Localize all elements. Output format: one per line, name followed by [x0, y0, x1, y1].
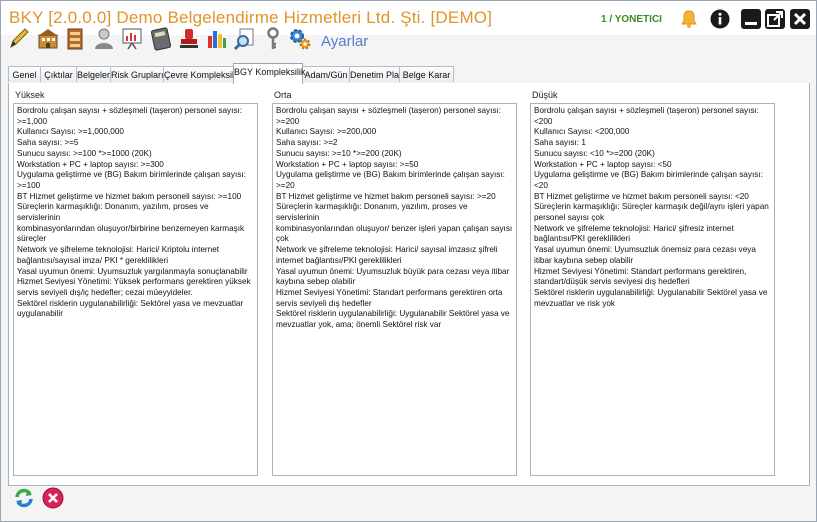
text-line: mevzuatlar yok, ama; önemli Sektörel ris…: [276, 320, 442, 330]
text-line: Süreçlerin karmaşıklığı: Süreçler karmaş…: [534, 202, 769, 212]
text-line: Workstation + PC + laptop sayısı: >=50: [276, 159, 419, 169]
calculator-icon[interactable]: [149, 26, 173, 52]
text-line: <20: [534, 180, 548, 190]
text-line: Süreçlerin karmaşıklığı: Donanım, yazılı…: [17, 202, 209, 223]
tab-belgeler[interactable]: Belgeler: [76, 66, 111, 82]
text-line: Uygulama geliştirme ve (BG) Bakım biriml…: [17, 170, 246, 180]
tab-genel[interactable]: Genel: [8, 66, 41, 82]
user-icon[interactable]: [92, 26, 116, 52]
text-line: Uygulama geliştirme ve (BG) Bakım biriml…: [276, 170, 505, 180]
text-line: personel sayısı çok: [534, 213, 605, 223]
tab-cevre-kompleksilik[interactable]: Çevre Kompleksilik: [163, 66, 241, 82]
column-header-dusuk: Düşük: [532, 90, 558, 100]
text-line: bağlantısı/PKI gereklilikleri: [534, 234, 631, 244]
text-line: Süreçlerin karmaşıklığı: Donanım, yazılı…: [276, 202, 468, 223]
text-line: Yasal uyumun önemi: Uyumsuzluk yargılanm…: [17, 266, 248, 276]
text-line: kaybına sebep olabilir: [276, 277, 356, 287]
text-line: servis seviyeli dış hedefler: [276, 298, 372, 308]
settings-gear-icon[interactable]: [288, 26, 312, 52]
text-line: Workstation + PC + laptop sayısı: <50: [534, 159, 672, 169]
text-line: Sektörel risklerin uygulanabilirliği: Uy…: [276, 309, 510, 319]
text-line: kombinasyonlarından oluşuyor/birbirine b…: [17, 223, 245, 233]
text-line: Hizmet Seviyesi Yönetimi: Yüksek perform…: [17, 277, 251, 287]
text-line: Sektörel risklerin uygulanabilirliği: Uy…: [534, 287, 768, 297]
text-line: Hizmet Seviyesi Yönetimi: Standart perfo…: [534, 266, 747, 276]
toolbar: Ayarlar: [1, 26, 816, 58]
text-line: Sunucu sayısı: >=100 *>=1000 (20K): [17, 148, 152, 158]
text-line: BT Hizmet geliştirme ve hizmet bakım per…: [276, 191, 496, 201]
text-line: Sektörel risklerin uygulanabilirliği: Se…: [17, 298, 244, 308]
column-header-yuksek: Yüksek: [15, 90, 45, 100]
text-line: <200: [534, 116, 553, 126]
key-icon[interactable]: [261, 26, 285, 52]
text-line: Bordrolu çalışan sayısı + sözleşmeli (ta…: [534, 106, 760, 115]
text-line: Network ve şifreleme teknolojisi: Harici…: [276, 245, 498, 255]
text-line: >=200: [276, 116, 300, 126]
tab-strip: Genel Çıktılar Belgeler Risk Grupları Çe…: [8, 63, 808, 84]
search-doc-icon[interactable]: [233, 26, 257, 52]
text-line: BT Hizmet geliştirme ve hizmet bakım per…: [17, 191, 242, 201]
tab-denetim-plani[interactable]: Denetim Planı: [349, 66, 407, 82]
settings-label[interactable]: Ayarlar: [321, 33, 368, 50]
text-line: Yasal uyumun önemi: Uyumsuzluk önemsiz p…: [534, 245, 756, 255]
text-line: standart/düşük servis seviyesi dış hedef…: [534, 277, 690, 287]
tab-bgy-kompleksilik[interactable]: BGY Kompleksilik: [233, 63, 305, 84]
text-line: bağlantısı/sayısal imza/ PKI * gereklili…: [17, 255, 169, 265]
chart-icon[interactable]: [205, 26, 229, 52]
text-line: Bordrolu çalışan sayısı + sözleşmeli (ta…: [276, 106, 502, 115]
text-line: Kullanıcı Sayısı: <200,000: [534, 127, 630, 137]
text-line: Kullanıcı Sayısı: >=200,000: [276, 127, 377, 137]
text-line: Hizmet Seviyesi Yönetimi: Standart perfo…: [276, 287, 503, 297]
text-line: >=100: [17, 180, 41, 190]
text-line: uygulanabilir: [17, 309, 63, 319]
text-line: BT Hizmet geliştirme ve hizmet bakım per…: [534, 191, 749, 201]
text-line: Saha sayısı: >=5: [17, 138, 79, 148]
text-line: internet bağlantısı/PKI gereklilikleri: [276, 255, 402, 265]
text-line: Yasal uyumun önemi: Uyumsuzluk büyük par…: [276, 266, 510, 276]
text-line: Workstation + PC + laptop sayısı: >=300: [17, 159, 164, 169]
text-line: >=20: [276, 180, 295, 190]
text-line: Sunucu sayısı: <10 *>=200 (20K): [534, 148, 655, 158]
tab-ciktilar[interactable]: Çıktılar: [40, 66, 77, 82]
text-line: Sunucu sayısı: >=10 *>=200 (20K): [276, 148, 402, 158]
textbox-dusuk[interactable]: Bordrolu çalışan sayısı + sözleşmeli (ta…: [530, 103, 775, 476]
pencil-icon[interactable]: [7, 26, 31, 52]
tab-adam-gun[interactable]: Adam/Gün: [302, 66, 350, 82]
main-window: BKY [2.0.0.0] Demo Belgelendirme Hizmetl…: [0, 0, 817, 522]
tab-belge-karar[interactable]: Belge Karar: [399, 66, 454, 82]
text-line: Network ve şifreleme teknolojisi: Harici…: [534, 223, 734, 233]
text-line: kombinasyonlarından oluşuyor/ benzer işl…: [276, 223, 513, 233]
bgy-kompleksilik-panel: Yüksek Orta Düşük Bordrolu çalışan sayıs…: [8, 83, 810, 486]
app-title: BKY [2.0.0.0] Demo Belgelendirme Hizmetl…: [9, 8, 493, 27]
refresh-icon[interactable]: [13, 487, 35, 509]
text-line: itibar kaybına sebep olabilir: [534, 255, 634, 265]
text-line: Saha sayısı: 1: [534, 138, 586, 148]
text-line: Uygulama geliştirme ve (BG) Bakım biriml…: [534, 170, 763, 180]
text-line: çok: [276, 234, 289, 244]
archive-icon[interactable]: [63, 26, 87, 52]
column-header-orta: Orta: [274, 90, 292, 100]
building-icon[interactable]: [36, 26, 60, 52]
cancel-icon[interactable]: [42, 487, 64, 509]
text-line: mevzuatlar ve risk yok: [534, 298, 615, 308]
text-line: Saha sayısı: >=2: [276, 138, 338, 148]
text-line: Bordrolu çalışan sayısı + sözleşmeli (ta…: [17, 106, 243, 115]
textbox-yuksek[interactable]: Bordrolu çalışan sayısı + sözleşmeli (ta…: [13, 103, 258, 476]
textbox-orta[interactable]: Bordrolu çalışan sayısı + sözleşmeli (ta…: [272, 103, 517, 476]
stamp-icon[interactable]: [177, 26, 201, 52]
current-user-label: 1 / YONETICI: [601, 14, 662, 25]
text-line: Kullanıcı Sayısı: >=1,000,000: [17, 127, 124, 137]
tab-risk-gruplari[interactable]: Risk Grupları: [110, 66, 164, 82]
text-line: süreçler: [17, 234, 47, 244]
text-line: >=1,000: [17, 116, 48, 126]
text-line: servis seviyeli dış/iç hedefler; cezai m…: [17, 287, 193, 297]
text-line: Network ve şifreleme teknolojisi: Harici…: [17, 245, 220, 255]
presentation-icon[interactable]: [120, 26, 144, 52]
